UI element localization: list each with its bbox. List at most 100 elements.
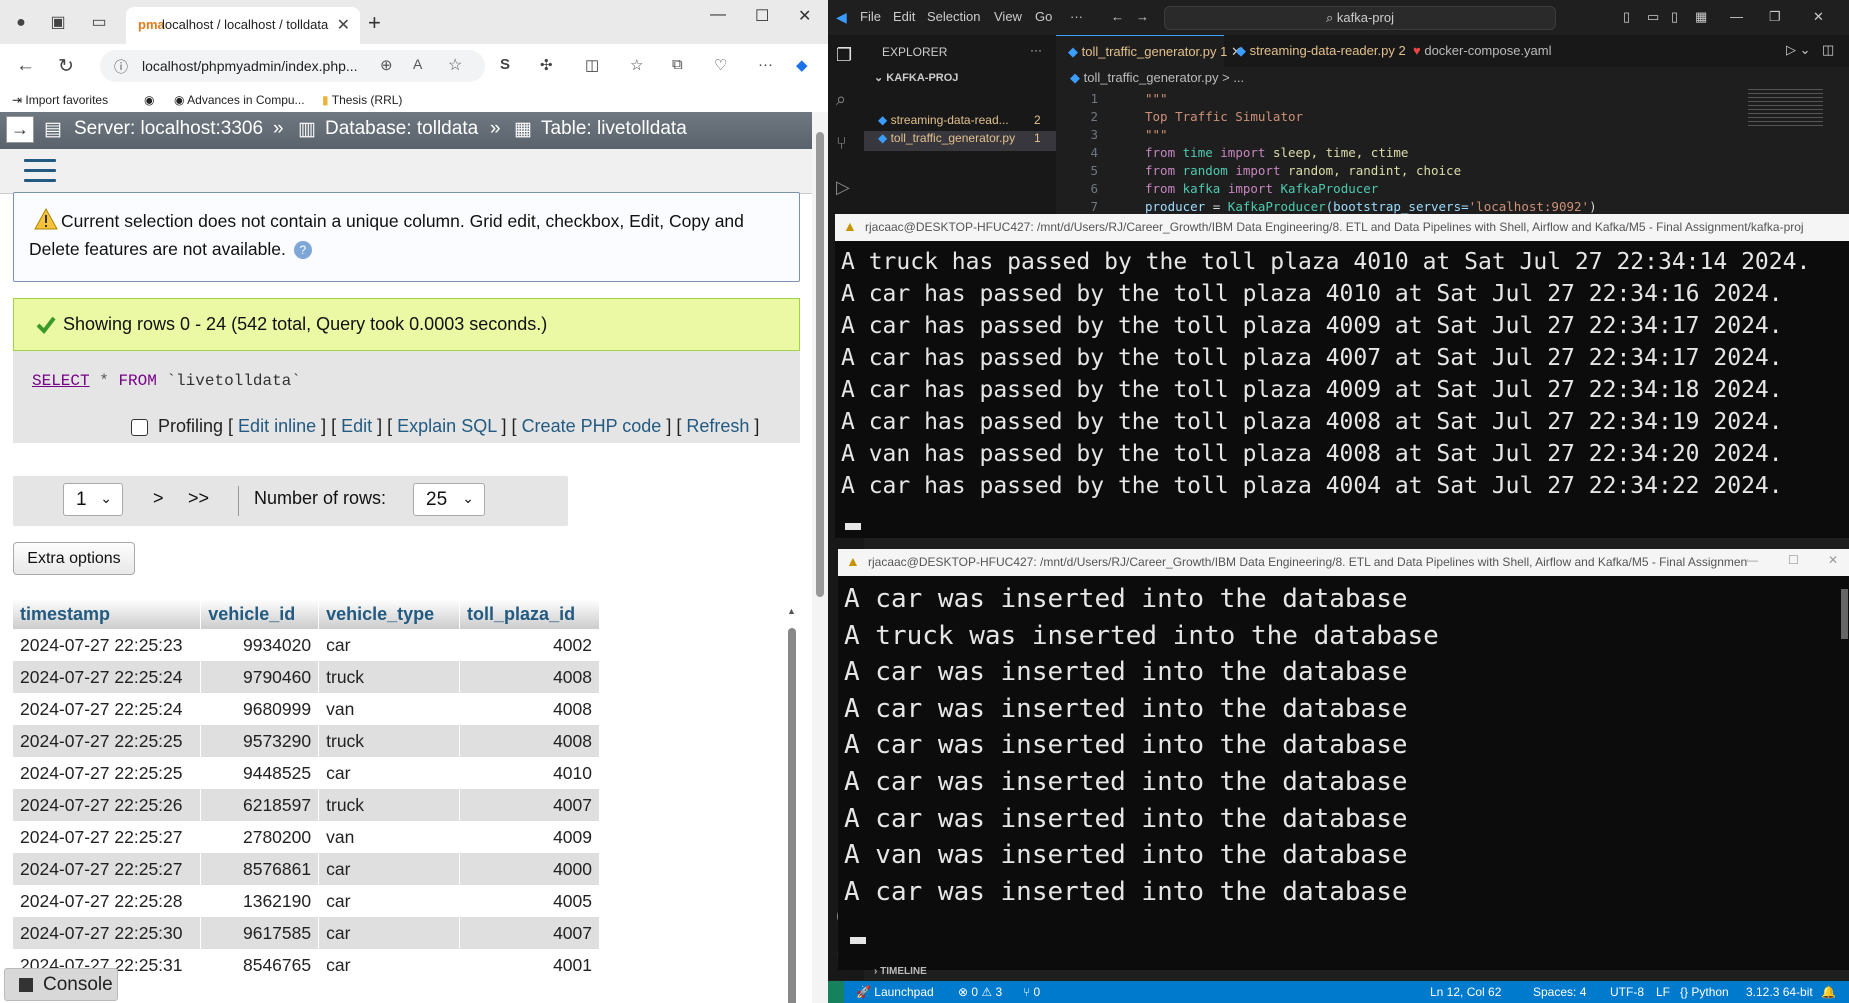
menu-file[interactable]: File bbox=[860, 9, 881, 24]
menu-edit[interactable]: Edit bbox=[893, 9, 915, 24]
edit-link[interactable]: Edit bbox=[341, 416, 372, 436]
split-editor-icon[interactable]: ◫ bbox=[1822, 42, 1834, 58]
favorite-thesis[interactable]: ▮ Thesis (RRL) bbox=[322, 93, 402, 107]
back-icon[interactable]: ← bbox=[16, 55, 35, 77]
explain-sql-link[interactable]: Explain SQL bbox=[397, 416, 496, 436]
python-interpreter[interactable]: 3.12.3 64-bit bbox=[1746, 985, 1813, 999]
customize-layout-icon[interactable]: ▦ bbox=[1695, 9, 1707, 25]
extensions-icon[interactable]: ✣ bbox=[540, 56, 553, 74]
site-info-icon[interactable]: ⓘ bbox=[114, 57, 128, 77]
producer-terminal[interactable]: ▲ rjacaac@DESKTOP-HFUC427: /mnt/d/Users/… bbox=[835, 214, 1849, 538]
cursor-position[interactable]: Ln 12, Col 62 bbox=[1430, 985, 1501, 999]
refresh-icon[interactable]: ↻ bbox=[58, 55, 74, 78]
split-screen-icon[interactable]: ◫ bbox=[585, 56, 599, 74]
close-icon[interactable]: ✕ bbox=[1828, 553, 1838, 567]
file-streaming-data-reader[interactable]: ◆ streaming-data-read... 2 bbox=[878, 113, 1056, 133]
extra-options-button[interactable]: Extra options bbox=[13, 542, 135, 575]
workspaces-icon[interactable]: ▣ bbox=[47, 12, 69, 34]
table-row[interactable]: 2024-07-27 22:25:27 2780200 van 4009 bbox=[13, 821, 600, 853]
collections-icon[interactable]: ⧉ bbox=[672, 56, 683, 73]
menu-go[interactable]: Go bbox=[1035, 9, 1052, 24]
minimap[interactable] bbox=[1748, 89, 1823, 129]
table-row[interactable]: 2024-07-27 22:25:24 9680999 van 4008 bbox=[13, 693, 600, 725]
extension-s-icon[interactable]: S bbox=[500, 56, 510, 73]
code-editor[interactable]: 1 """ 2 Top Traffic Simulator 3 """ 4 fr… bbox=[1056, 89, 1849, 214]
maximize-icon[interactable]: ☐ bbox=[755, 6, 769, 26]
more-menu-icon[interactable]: ··· bbox=[758, 56, 773, 73]
favorite-star-icon[interactable]: ☆ bbox=[448, 55, 462, 75]
copilot-icon[interactable]: ◆ bbox=[796, 56, 808, 74]
column-header-vehicle-type[interactable]: vehicle_type bbox=[318, 599, 461, 629]
problems-item[interactable]: ⊗ 0 ⚠ 3 bbox=[958, 985, 1002, 999]
browser-tab-phpmyadmin[interactable]: pma localhost / localhost / tolldata / l… bbox=[126, 7, 360, 44]
notifications-bell-icon[interactable]: 🔔 bbox=[1821, 985, 1836, 999]
address-bar[interactable]: ⓘ localhost/phpmyadmin/index.php... ⊕ A … bbox=[100, 50, 485, 82]
menu-view[interactable]: View bbox=[994, 9, 1022, 24]
column-header-vehicle-id[interactable]: vehicle_id bbox=[200, 599, 320, 629]
close-window-icon[interactable]: ✕ bbox=[798, 6, 811, 26]
source-control-icon[interactable]: ⑂ bbox=[836, 133, 856, 153]
sql-query[interactable]: SELECT * FROM `livetolldata` bbox=[32, 372, 301, 390]
menu-selection[interactable]: Selection bbox=[927, 9, 980, 24]
rows-per-page-select[interactable]: 25 ⌄ bbox=[413, 483, 485, 516]
page-scrollbar[interactable] bbox=[812, 112, 828, 1003]
minimize-icon[interactable]: — bbox=[1730, 9, 1743, 24]
hamburger-menu-icon[interactable] bbox=[24, 159, 56, 183]
run-file-icon[interactable]: ▷ ⌄ bbox=[1786, 42, 1811, 58]
project-folder[interactable]: ⌄ KAFKA-PROJ bbox=[874, 71, 958, 84]
breadcrumb-server[interactable]: Server: localhost:3306 bbox=[74, 118, 263, 140]
table-row[interactable]: 2024-07-27 22:25:24 9790460 truck 4008 bbox=[13, 661, 600, 693]
launchpad-item[interactable]: 🚀 Launchpad bbox=[856, 985, 934, 999]
read-aloud-icon[interactable]: A bbox=[413, 56, 422, 72]
table-row[interactable]: 2024-07-27 22:25:25 9448525 car 4010 bbox=[13, 757, 600, 789]
breadcrumb-table[interactable]: Table: livetolldata bbox=[541, 118, 687, 140]
column-header-toll-plaza-id[interactable]: toll_plaza_id bbox=[459, 599, 600, 629]
toggle-sidebar-icon[interactable]: ▯ bbox=[1623, 9, 1630, 25]
tab-docker-compose[interactable]: ♥ docker-compose.yaml bbox=[1401, 35, 1564, 67]
toggle-secondary-sidebar-icon[interactable]: ▯ bbox=[1671, 9, 1678, 25]
remote-indicator[interactable] bbox=[828, 981, 844, 1003]
minimize-icon[interactable]: — bbox=[1746, 553, 1758, 567]
table-row[interactable]: 2024-07-27 22:25:28 1362190 car 4005 bbox=[13, 885, 600, 917]
browser-essentials-icon[interactable]: ♡ bbox=[714, 56, 727, 74]
table-row[interactable]: 2024-07-27 22:25:27 8576861 car 4000 bbox=[13, 853, 600, 885]
page-select[interactable]: 1 ⌄ bbox=[63, 483, 123, 516]
tab-toll-traffic-generator[interactable]: ◆ toll_traffic_generator.py 1 ✕ bbox=[1056, 35, 1242, 67]
tab-actions-icon[interactable]: ▭ bbox=[88, 12, 110, 34]
profile-icon[interactable]: ● bbox=[10, 12, 32, 34]
language-mode[interactable]: {} Python bbox=[1680, 985, 1729, 999]
indentation[interactable]: Spaces: 4 bbox=[1533, 985, 1586, 999]
ports-item[interactable]: ⑂ 0 bbox=[1023, 985, 1040, 999]
explorer-icon[interactable]: ❐ bbox=[836, 45, 856, 65]
end-of-line[interactable]: LF bbox=[1656, 985, 1670, 999]
favorite-app-icon[interactable]: ◉ bbox=[144, 93, 154, 107]
minimize-icon[interactable]: — bbox=[710, 6, 726, 24]
search-icon[interactable]: ⌕ bbox=[836, 89, 856, 109]
toggle-panel-icon[interactable]: ▭ bbox=[1647, 9, 1659, 25]
table-row[interactable]: 2024-07-27 22:25:26 6218597 truck 4007 bbox=[13, 789, 600, 821]
table-row[interactable]: 2024-07-27 22:25:30 9617585 car 4007 bbox=[13, 917, 600, 949]
favorites-icon[interactable]: ☆ bbox=[630, 56, 643, 74]
console-button[interactable]: Console bbox=[4, 968, 118, 1001]
edit-inline-link[interactable]: Edit inline bbox=[238, 416, 316, 436]
favorite-advances[interactable]: ◉ Advances in Compu... bbox=[174, 93, 305, 107]
forward-arrow-icon[interactable]: → bbox=[1136, 9, 1149, 24]
table-row[interactable]: 2024-07-27 22:25:25 9573290 truck 4008 bbox=[13, 725, 600, 757]
breadcrumb-file[interactable]: ◆ toll_traffic_generator.py > ... bbox=[1070, 70, 1244, 86]
menu-more[interactable]: ··· bbox=[1070, 9, 1083, 24]
zoom-icon[interactable]: ⊕ bbox=[380, 56, 393, 74]
command-center-search[interactable]: ⌕ kafka-proj bbox=[1164, 6, 1556, 30]
run-debug-icon[interactable]: ▷ bbox=[836, 177, 856, 197]
new-tab-icon[interactable]: + bbox=[368, 10, 381, 36]
close-tab-icon[interactable]: ✕ bbox=[337, 15, 350, 35]
close-window-icon[interactable]: ✕ bbox=[1813, 9, 1824, 25]
encoding[interactable]: UTF-8 bbox=[1610, 985, 1644, 999]
help-icon[interactable]: ? bbox=[293, 241, 312, 260]
profiling-checkbox[interactable] bbox=[131, 418, 148, 436]
column-header-timestamp[interactable]: timestamp bbox=[13, 599, 202, 629]
refresh-link[interactable]: Refresh bbox=[686, 416, 749, 436]
next-page-button[interactable]: > bbox=[153, 488, 164, 509]
restore-icon[interactable]: ❐ bbox=[1769, 9, 1781, 25]
last-page-button[interactable]: >> bbox=[188, 488, 209, 509]
terminal-scrollbar[interactable] bbox=[1841, 589, 1848, 639]
